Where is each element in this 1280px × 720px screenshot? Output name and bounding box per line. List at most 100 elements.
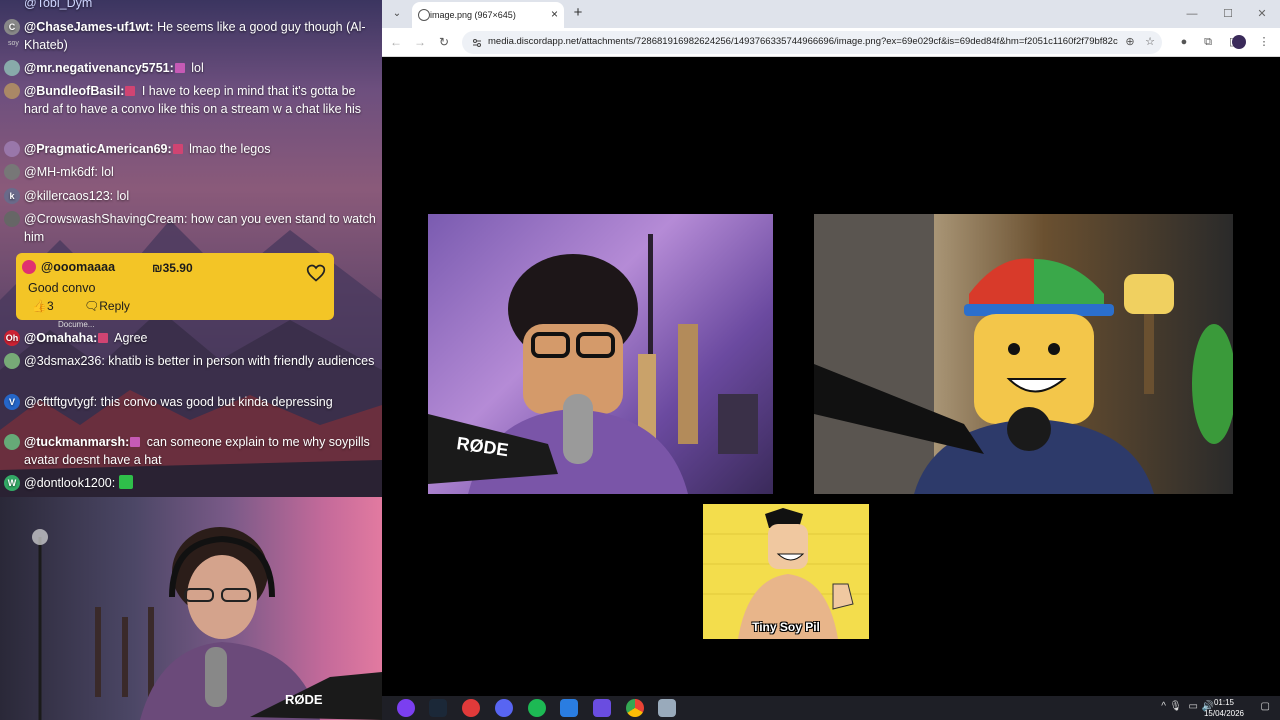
streamer-image: RØDE [32,527,382,720]
tab-bar: ⌄ image.png (967×645) × + — ☐ ✕ [382,0,1280,28]
tab-title: image.png (967×645) [430,10,516,20]
member-badge-icon [172,144,183,154]
chat-message: @MH-mk6df: lol [4,163,378,181]
network-icon[interactable]: ▭ [1189,701,1198,712]
chat-message: W @dontlook1200: [4,474,378,492]
url-text[interactable]: media.discordapp.net/attachments/7286819… [488,36,1118,47]
page-viewport: RØDE Tiny Soy Pil [382,57,1280,696]
address-bar[interactable]: media.discordapp.net/attachments/7286819… [462,31,1162,54]
extensions-puzzle-icon[interactable]: ⧉ [1200,34,1216,50]
chat-text: lol [187,61,204,75]
superchat-card[interactable]: @ooomaaaa ₪35.90 Good convo 👍3 🗨Reply [16,253,334,320]
chat-username[interactable]: @dontlook1200: [24,476,115,490]
reply-button[interactable]: 🗨Reply [84,299,130,313]
chat-username[interactable]: @3dsmax236: [24,354,105,368]
browser-window: ⌄ image.png (967×645) × + — ☐ ✕ ← → ↻ me… [382,0,1280,696]
tab-image[interactable]: image.png (967×645) × [412,2,564,28]
chat-message: k @killercaos123: lol [4,187,378,205]
emote-icon [118,475,133,489]
site-info-icon[interactable] [472,38,482,48]
chat-username[interactable]: @PragmaticAmerican69: [24,142,172,156]
avatar[interactable] [22,260,36,274]
notification-icon[interactable]: ▢ [1261,701,1270,712]
avatar[interactable] [4,60,20,76]
stream-chat-overlay: @Tobi_Dym soy C @ChaseJames-uf1wt: He se… [0,0,382,497]
discord-icon[interactable] [495,699,513,717]
system-clock[interactable]: 01:15 15/04/2026 [1204,697,1244,719]
chat-message: @PragmaticAmerican69: lmao the legos [4,140,378,158]
steam-icon[interactable] [429,699,447,717]
member-badge-icon [125,86,136,96]
notepad-icon[interactable] [658,699,676,717]
member-badge-icon [98,333,109,343]
extension-icon[interactable]: ● [1176,34,1192,50]
tray-chevron-icon[interactable]: ^ [1161,701,1166,712]
chat-username[interactable]: @cfttftgvtygf: [24,395,97,409]
avatar[interactable] [4,83,20,99]
avatar[interactable] [4,164,20,180]
chrome-icon[interactable] [626,699,644,717]
superchat-amount: ₪35.90 [152,261,193,275]
like-button[interactable]: 👍3 [32,299,54,313]
reload-icon[interactable]: ↻ [436,34,452,50]
chat-message: @3dsmax236: khatib is better in person w… [4,352,378,370]
obs-icon[interactable] [462,699,480,717]
avatar[interactable]: V [4,394,20,410]
chat-username[interactable]: @ChaseJames-uf1wt: [24,20,154,34]
avatar[interactable] [4,353,20,369]
avatar[interactable]: W [4,475,20,491]
forward-icon[interactable]: → [412,34,428,50]
minimize-icon[interactable]: — [1176,5,1208,23]
superchat-username[interactable]: @ooomaaaa [41,260,115,274]
chat-message: @mr.negativenancy5751: lol [4,59,378,77]
tab-search-icon[interactable]: ⌄ [388,5,406,23]
chat-username[interactable]: @MH-mk6df: [24,165,98,179]
chat-username[interactable]: @Omahaha: [24,331,97,345]
new-tab-icon[interactable]: + [569,4,587,21]
taskbar: ^ 🎙 ▭ 🔊 01:15 15/04/2026 ▢ [382,696,1280,720]
avatar[interactable] [4,211,20,227]
avatar[interactable] [4,141,20,157]
lego-scene-bottom [703,508,869,639]
chat-message: @CrowswashShavingCream: how can you even… [4,210,378,246]
displayed-image[interactable]: RØDE Tiny Soy Pil [428,107,1233,643]
chat-text: khatib is better in person with friendly… [104,354,375,368]
chat-text: lmao the legos [185,142,271,156]
avatar[interactable]: k [4,188,20,204]
mic-brand-label: RØDE [285,692,323,707]
avatar[interactable]: Oh [4,330,20,346]
tooltip: Docume... [58,320,95,329]
chat-message: V @cfttftgvtygf: this convo was good but… [4,393,378,411]
chat-username[interactable]: @CrowswashShavingCream: [24,212,187,226]
bookmark-star-icon[interactable]: ☆ [1142,34,1158,50]
app-icon-purple[interactable] [593,699,611,717]
lego-scene-left: RØDE [428,234,758,494]
zoom-icon[interactable]: ⊕ [1122,34,1138,50]
app-icon[interactable] [560,699,578,717]
spotify-icon[interactable] [528,699,546,717]
chat-username[interactable]: @mr.negativenancy5751: [24,61,174,75]
heart-icon[interactable] [306,263,326,283]
chat-username[interactable]: @BundleofBasil: [24,84,124,98]
lego-figure-right [814,214,1233,494]
back-icon[interactable]: ← [388,34,404,50]
like-count: 3 [46,299,54,313]
close-tab-icon[interactable]: × [551,7,558,21]
profile-avatar[interactable] [1232,35,1246,49]
menu-kebab-icon[interactable]: ⋮ [1256,34,1272,50]
screen: @Tobi_Dym soy C @ChaseJames-uf1wt: He se… [0,0,1280,720]
chat-message: @tuckmanmarsh: can someone explain to me… [4,433,378,469]
microphone-icon[interactable]: 🎙 [1169,701,1182,712]
lego-figure-left: RØDE [428,214,773,494]
avatar[interactable] [4,434,20,450]
chat-username[interactable]: @killercaos123: [24,189,113,203]
image-caption: Tiny Soy Pil [752,620,820,634]
maximize-icon[interactable]: ☐ [1212,5,1244,23]
app-launcher-icon[interactable] [397,699,415,717]
chat-text: lol [113,189,130,203]
superchat-message: Good convo [28,281,96,295]
close-window-icon[interactable]: ✕ [1246,5,1278,23]
lego-figure-bottom: Tiny Soy Pil [703,504,869,639]
chat-username[interactable]: @tuckmanmarsh: [24,435,129,449]
avatar[interactable]: C [4,19,20,35]
